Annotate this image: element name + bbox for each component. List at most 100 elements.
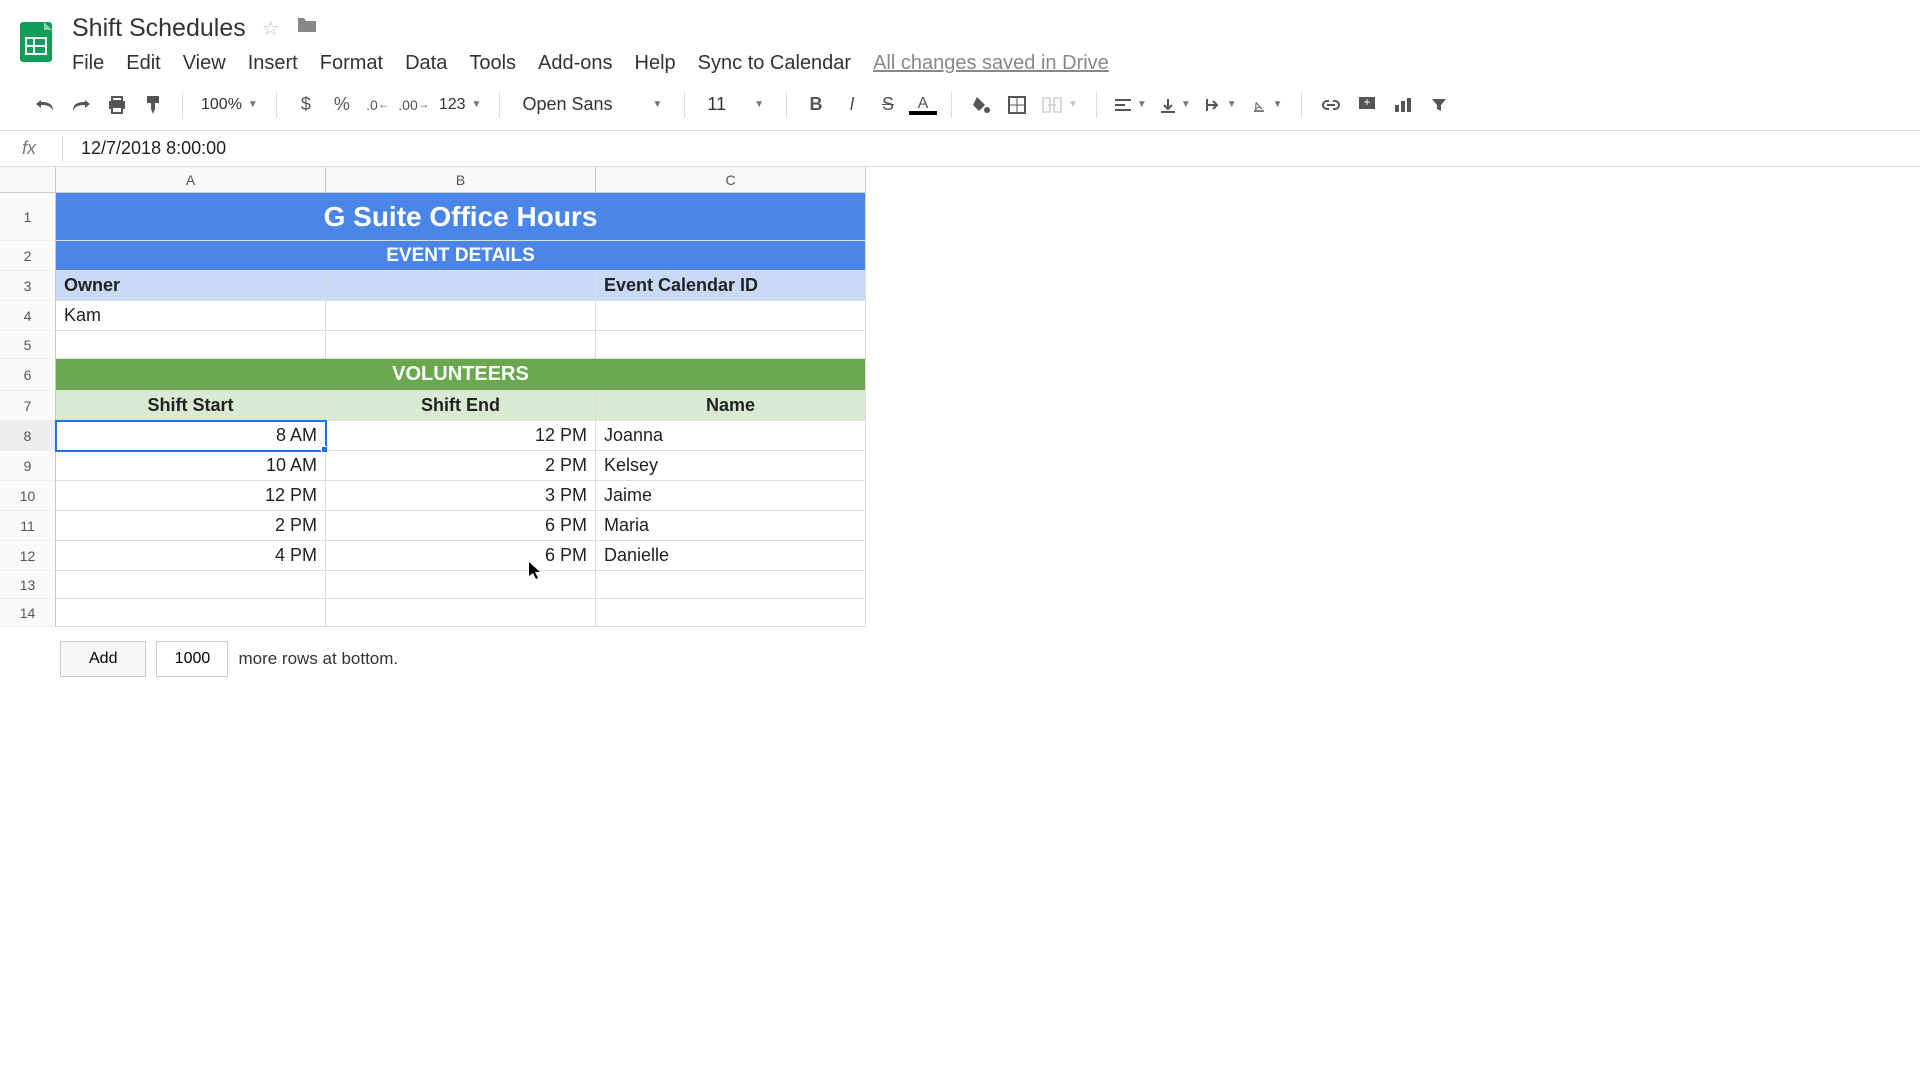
cell-title[interactable]: G Suite Office Hours <box>56 193 866 241</box>
row-header[interactable]: 9 <box>0 451 56 481</box>
italic-icon[interactable]: I <box>837 90 867 120</box>
cell[interactable]: Maria <box>596 511 866 541</box>
cell[interactable]: 6 PM <box>326 541 596 571</box>
selection-handle[interactable] <box>321 446 328 453</box>
row-count-input[interactable] <box>156 641 228 677</box>
menu-format[interactable]: Format <box>320 52 383 75</box>
cell[interactable] <box>326 331 596 359</box>
cell[interactable] <box>326 571 596 599</box>
cell[interactable]: Kelsey <box>596 451 866 481</box>
format-number-select[interactable]: 123▼ <box>435 96 486 114</box>
menu-file[interactable]: File <box>72 52 104 75</box>
cell[interactable]: 12 PM <box>326 421 596 451</box>
row-header[interactable]: 1 <box>0 193 56 241</box>
row-header[interactable]: 5 <box>0 331 56 359</box>
row-header[interactable]: 11 <box>0 511 56 541</box>
cell-volunteers-header[interactable]: VOLUNTEERS <box>56 359 866 391</box>
decrease-decimal-icon[interactable]: .0← <box>363 90 393 120</box>
cell-owner-value[interactable]: Kam <box>56 301 326 331</box>
insert-link-icon[interactable] <box>1316 90 1346 120</box>
col-header-a[interactable]: A <box>56 167 326 193</box>
fill-color-icon[interactable] <box>966 90 996 120</box>
text-rotate-icon[interactable]: A▼ <box>1247 97 1287 113</box>
row-header[interactable]: 3 <box>0 271 56 301</box>
cell[interactable]: Jaime <box>596 481 866 511</box>
zoom-select[interactable]: 100%▼ <box>197 96 262 114</box>
cell[interactable]: 3 PM <box>326 481 596 511</box>
font-size-select[interactable]: 11▼ <box>699 94 772 115</box>
font-family-select[interactable]: Open Sans▼ <box>514 94 670 115</box>
increase-decimal-icon[interactable]: .00→ <box>399 90 429 120</box>
cell-event-cal-label[interactable]: Event Calendar ID <box>596 271 866 301</box>
cell[interactable]: 2 PM <box>326 451 596 481</box>
row-header[interactable]: 10 <box>0 481 56 511</box>
menu-sync[interactable]: Sync to Calendar <box>698 52 851 75</box>
redo-icon[interactable] <box>66 90 96 120</box>
row-header[interactable]: 13 <box>0 571 56 599</box>
cell[interactable] <box>326 271 596 301</box>
col-header-b[interactable]: B <box>326 167 596 193</box>
row-header[interactable]: 6 <box>0 359 56 391</box>
cell-owner-label[interactable]: Owner <box>56 271 326 301</box>
cell[interactable] <box>596 599 866 627</box>
menu-view[interactable]: View <box>183 52 226 75</box>
cell[interactable] <box>326 599 596 627</box>
text-wrap-icon[interactable]: ▼ <box>1201 97 1241 113</box>
insert-comment-icon[interactable]: + <box>1352 90 1382 120</box>
cell[interactable]: 2 PM <box>56 511 326 541</box>
cell[interactable]: 10 AM <box>56 451 326 481</box>
merge-cells-icon[interactable]: ▼ <box>1038 97 1082 113</box>
star-icon[interactable]: ☆ <box>262 16 280 41</box>
menu-tools[interactable]: Tools <box>469 52 516 75</box>
cell-a8-selected[interactable]: 8 AM <box>56 421 326 451</box>
cell[interactable] <box>596 301 866 331</box>
print-icon[interactable] <box>102 90 132 120</box>
cell[interactable]: 6 PM <box>326 511 596 541</box>
row-header[interactable]: 14 <box>0 599 56 627</box>
menu-data[interactable]: Data <box>405 52 447 75</box>
cell[interactable]: 12 PM <box>56 481 326 511</box>
col-header-c[interactable]: C <box>596 167 866 193</box>
spreadsheet-grid[interactable]: A B C 1 G Suite Office Hours 2 EVENT DET… <box>0 167 1920 627</box>
paint-format-icon[interactable] <box>138 90 168 120</box>
cell-event-details-header[interactable]: EVENT DETAILS <box>56 241 866 271</box>
cell[interactable]: Joanna <box>596 421 866 451</box>
add-rows-button[interactable]: Add <box>60 641 146 677</box>
menu-edit[interactable]: Edit <box>126 52 160 75</box>
row-header[interactable]: 4 <box>0 301 56 331</box>
sheets-logo[interactable] <box>10 16 62 68</box>
h-align-icon[interactable]: ▼ <box>1111 98 1151 112</box>
select-all-corner[interactable] <box>0 167 56 193</box>
save-status[interactable]: All changes saved in Drive <box>873 52 1109 75</box>
filter-icon[interactable] <box>1424 90 1454 120</box>
cell[interactable]: Danielle <box>596 541 866 571</box>
cell[interactable] <box>596 331 866 359</box>
row-header[interactable]: 8 <box>0 421 56 451</box>
doc-title[interactable]: Shift Schedules <box>72 14 246 43</box>
text-color-icon[interactable]: A <box>909 95 937 115</box>
cell[interactable] <box>56 599 326 627</box>
cell-name-label[interactable]: Name <box>596 391 866 421</box>
cell-shift-start-label[interactable]: Shift Start <box>56 391 326 421</box>
bold-icon[interactable]: B <box>801 90 831 120</box>
v-align-icon[interactable]: ▼ <box>1157 97 1195 113</box>
formula-content[interactable]: 12/7/2018 8:00:00 <box>81 138 226 159</box>
menu-help[interactable]: Help <box>635 52 676 75</box>
cell[interactable]: 4 PM <box>56 541 326 571</box>
row-header[interactable]: 12 <box>0 541 56 571</box>
insert-chart-icon[interactable] <box>1388 90 1418 120</box>
cell[interactable] <box>56 331 326 359</box>
format-currency-icon[interactable]: $ <box>291 90 321 120</box>
format-percent-icon[interactable]: % <box>327 90 357 120</box>
borders-icon[interactable] <box>1002 90 1032 120</box>
row-header[interactable]: 2 <box>0 241 56 271</box>
undo-icon[interactable] <box>30 90 60 120</box>
cell[interactable] <box>326 301 596 331</box>
formula-bar[interactable]: fx 12/7/2018 8:00:00 <box>0 131 1920 167</box>
cell[interactable] <box>56 571 326 599</box>
cell-shift-end-label[interactable]: Shift End <box>326 391 596 421</box>
move-folder-icon[interactable] <box>296 16 318 40</box>
menu-addons[interactable]: Add-ons <box>538 52 613 75</box>
menu-insert[interactable]: Insert <box>248 52 298 75</box>
cell[interactable] <box>596 571 866 599</box>
